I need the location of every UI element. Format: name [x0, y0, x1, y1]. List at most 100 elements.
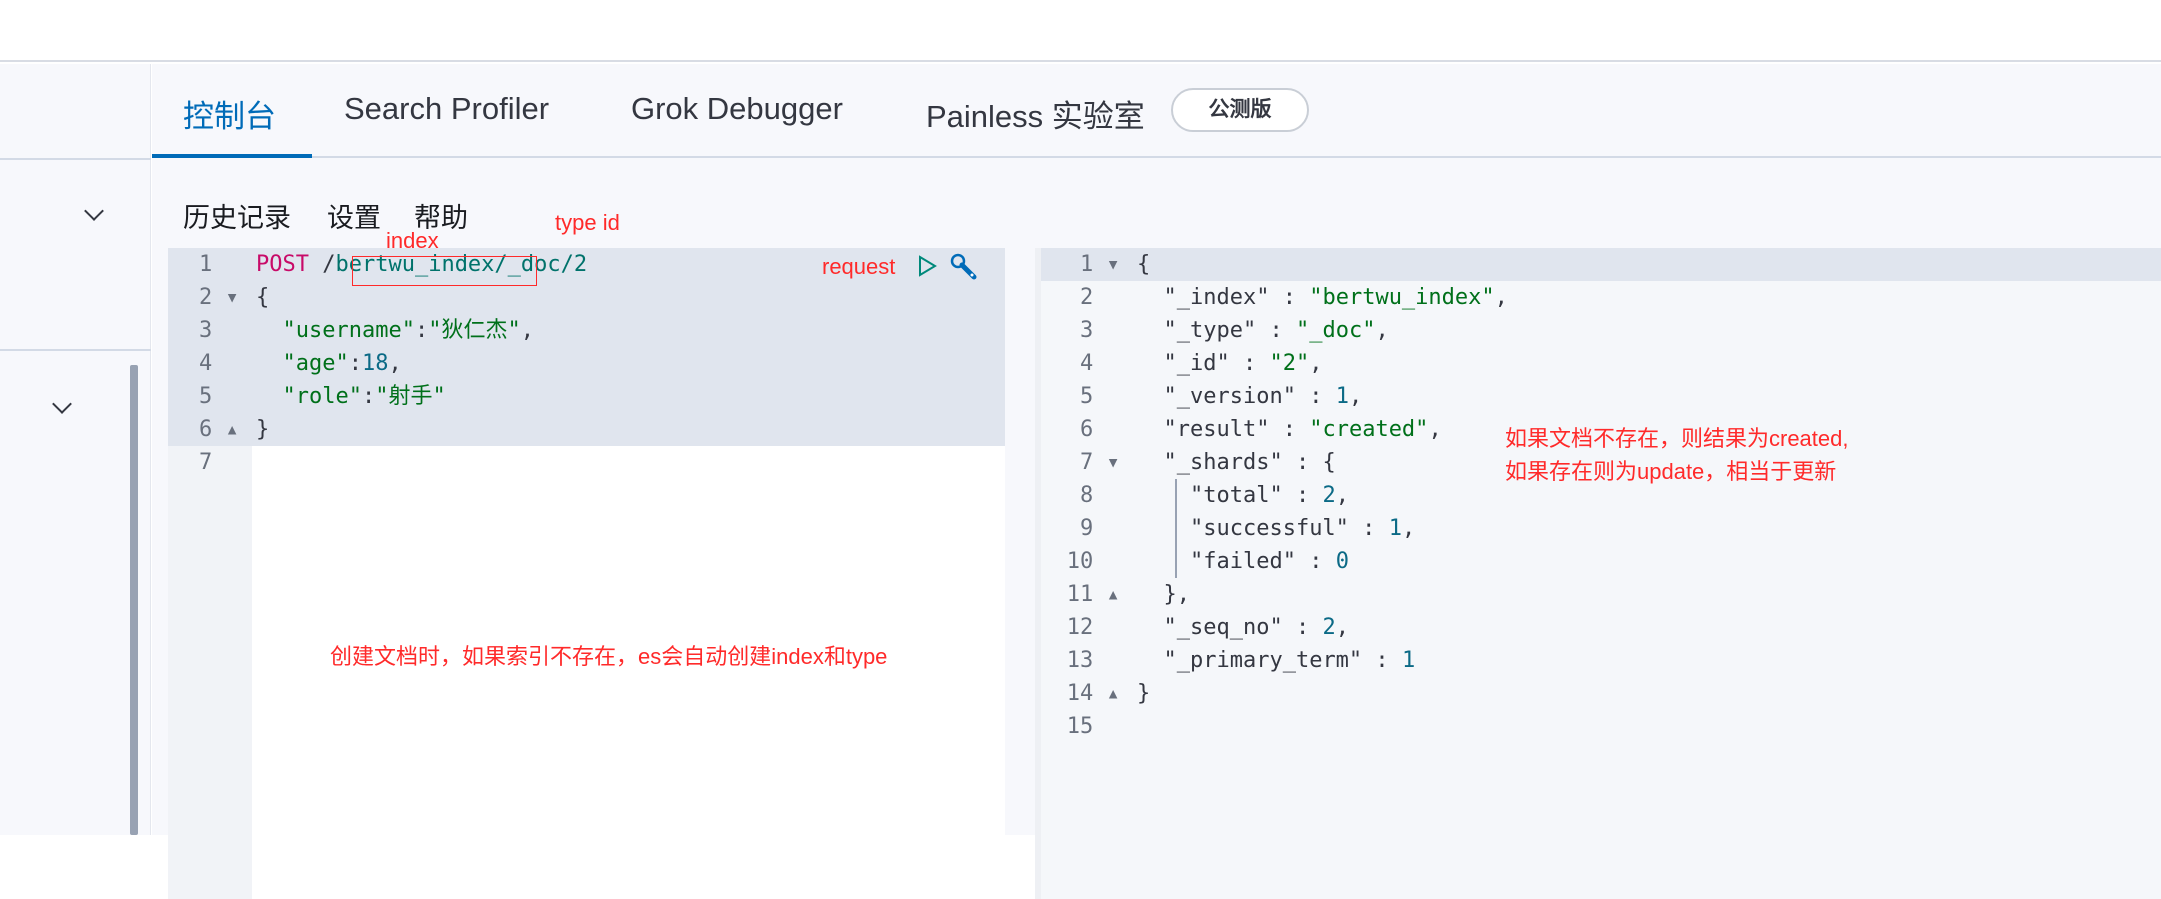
code-line: "_seq_no" : 2, [1133, 611, 2161, 644]
code-token: "age" [282, 351, 349, 376]
code-token: , [1494, 285, 1508, 310]
code-token: 0 [1335, 549, 1349, 574]
request-code[interactable]: POST /bertwu_index/_doc/2{ "username":"狄… [252, 248, 1005, 899]
line-number: 1 ▾ [1041, 248, 1133, 281]
code-token: "_id" [1163, 351, 1230, 376]
code-token: "_type" [1163, 318, 1257, 343]
line-number: 5 [1080, 384, 1133, 409]
line-number: 6 ▴ [168, 413, 252, 446]
settings-button[interactable]: 设置 [327, 196, 381, 235]
line-number: 6 [1080, 417, 1133, 442]
code-token: 1 [1401, 648, 1416, 673]
code-token: { [1137, 252, 1151, 277]
code-line: "_primary_term" : 1 [1133, 644, 2161, 677]
code-token: / [308, 252, 336, 277]
code-token: "_index" [1163, 285, 1270, 310]
divider [0, 158, 151, 160]
line-number: 3 [1080, 318, 1133, 343]
request-editor[interactable]: 1 2 ▾ 3 4 5 6 ▴ 7 POST /bertwu_index/_do… [168, 248, 1005, 899]
annotation-request: request [822, 254, 896, 279]
play-icon[interactable] [915, 254, 939, 278]
line-number: 9 [1080, 516, 1133, 541]
code-token: : [1229, 351, 1270, 376]
code-token: { [256, 285, 270, 310]
code-token: , [1375, 318, 1389, 343]
line-number: 8 [1080, 483, 1133, 508]
code-token: 2 [1322, 483, 1336, 508]
tab-console[interactable]: 控制台 [183, 91, 276, 136]
history-button[interactable]: 历史记录 [183, 196, 291, 235]
code-line: { [1133, 248, 2161, 281]
code-line: "_version" : 1, [1133, 380, 2161, 413]
top-bar [0, 0, 2161, 62]
code-token: 1 [1335, 384, 1349, 409]
code-token: : [414, 318, 429, 343]
tab-grok-debugger[interactable]: Grok Debugger [631, 91, 843, 127]
code-token: "_doc" [1295, 318, 1376, 343]
code-line: "_index" : "bertwu_index", [1133, 281, 2161, 314]
annotation-auto-create: 创建文档时，如果索引不存在，es会自动创建index和type [330, 644, 888, 669]
beta-badge: 公测版 [1171, 88, 1309, 132]
code-line: "role":"射手" [252, 380, 1005, 413]
code-token: "username" [282, 318, 415, 343]
code-line: "_id" : "2", [1133, 347, 2161, 380]
scrollbar[interactable] [130, 365, 138, 835]
chevron-down-icon[interactable] [52, 394, 72, 414]
code-line: "_type" : "_doc", [1133, 314, 2161, 347]
line-numbers: 1 2 ▾ 3 4 5 6 ▴ 7 [168, 248, 252, 899]
code-token: "bertwu_index" [1309, 285, 1495, 310]
tab-painless-lab[interactable]: Painless 实验室 [926, 91, 1145, 136]
line-number: 2 [1080, 285, 1133, 310]
code-token: : [1295, 549, 1336, 574]
code-token: : [1362, 648, 1402, 673]
line-number: 2 ▾ [168, 281, 252, 314]
code-token: , [1348, 384, 1363, 409]
code-token: "created" [1309, 417, 1429, 442]
code-token: , [1309, 351, 1323, 376]
code-line: "successful" : 1, [1133, 512, 2161, 545]
code-token: : [1282, 483, 1323, 508]
line-number: 7 ▾ [1080, 450, 1133, 475]
code-token: "射手" [375, 384, 446, 409]
code-token: : [348, 351, 362, 376]
code-token: 2 [1322, 615, 1336, 640]
line-number: 4 [168, 347, 252, 380]
annotation-result-1: 如果文档不存在，则结果为created, [1505, 426, 1849, 451]
code-token: : [1269, 285, 1310, 310]
code-token: : [1348, 516, 1389, 541]
chevron-down-icon[interactable] [84, 201, 104, 221]
code-token: : [1256, 318, 1296, 343]
line-number: 12 [1066, 615, 1133, 640]
active-tab-indicator [152, 154, 312, 158]
line-number: 10 [1066, 549, 1133, 574]
code-line: "failed" : 0 [1133, 545, 2161, 578]
line-number: 3 [168, 314, 252, 347]
code-token: "role" [282, 384, 362, 409]
code-token: , [1335, 483, 1349, 508]
code-token: "successful" [1189, 516, 1349, 541]
response-code: { "_index" : "bertwu_index", "_type" : "… [1133, 248, 2161, 899]
wrench-icon[interactable] [948, 251, 980, 283]
line-number: 11 ▴ [1066, 582, 1133, 607]
code-token: : [1282, 615, 1323, 640]
annotation-box [352, 256, 537, 286]
code-token: "_shards" [1163, 450, 1283, 475]
sidebar [0, 64, 151, 835]
code-token: , [1335, 615, 1349, 640]
code-line: "age":18, [252, 347, 1005, 380]
code-token: "result" [1163, 417, 1270, 442]
indent-guide [1175, 479, 1177, 578]
code-token: , [1428, 417, 1442, 442]
tab-search-profiler[interactable]: Search Profiler [344, 91, 549, 127]
